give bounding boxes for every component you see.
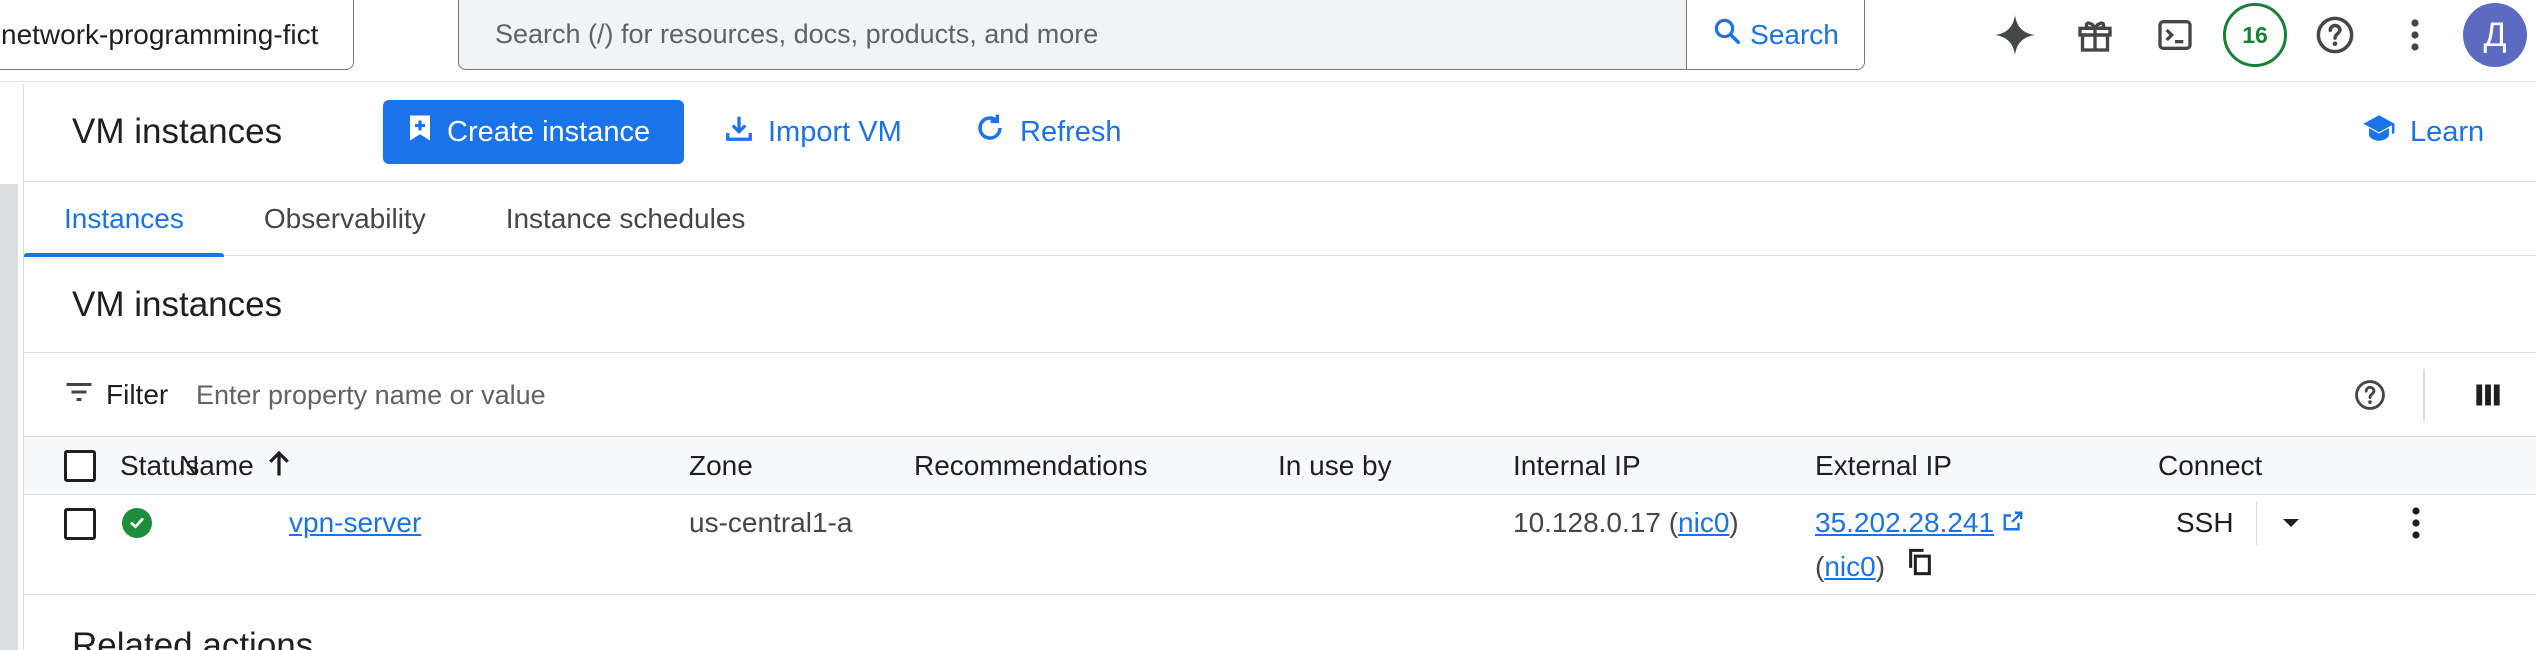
tab-observability[interactable]: Observability: [224, 182, 466, 256]
help-icon[interactable]: [2295, 0, 2375, 70]
cloud-shell-icon[interactable]: [2135, 0, 2215, 70]
instance-name-link[interactable]: vpn-server: [289, 507, 421, 539]
ssh-dropdown-icon[interactable]: [2257, 497, 2325, 549]
search-button-label: Search: [1750, 18, 1839, 50]
search-box: Search: [458, 0, 1865, 70]
status-running-icon: [122, 508, 152, 538]
copy-icon[interactable]: [1907, 548, 1933, 582]
tab-instances-label: Instances: [64, 203, 184, 234]
refresh-button[interactable]: Refresh: [974, 100, 1122, 164]
tab-instance-schedules-label: Instance schedules: [505, 203, 746, 234]
download-icon: [724, 113, 754, 151]
select-all-checkbox[interactable]: [64, 450, 96, 482]
search-input[interactable]: [459, 0, 1686, 69]
tab-bar: Instances Observability Instance schedul…: [24, 182, 2536, 257]
related-actions-title: Related actions: [72, 626, 314, 650]
learn-label: Learn: [2410, 115, 2485, 148]
search-icon: [1712, 16, 1742, 53]
external-ip-cell: 35.202.28.241: [1815, 507, 2024, 539]
tab-instance-schedules[interactable]: Instance schedules: [466, 182, 786, 256]
avatar: Д: [2463, 3, 2527, 67]
filter-button[interactable]: Filter: [64, 353, 168, 437]
header-in-use-by[interactable]: In use by: [1278, 437, 1392, 495]
header-name[interactable]: Name: [179, 437, 292, 495]
add-box-icon: [407, 113, 433, 151]
open-in-new-icon[interactable]: [2002, 507, 2024, 538]
notifications-badge[interactable]: 16: [2215, 0, 2295, 70]
more-vert-icon[interactable]: [2375, 0, 2455, 70]
external-nic-cell: (nic0): [1815, 548, 1933, 583]
tab-observability-label: Observability: [263, 203, 426, 234]
project-name: network-programming-fict: [1, 18, 319, 50]
row-more-vert-icon[interactable]: [2390, 495, 2442, 551]
top-bar: network-programming-fict Search 16: [0, 0, 2536, 82]
filter-input[interactable]: [196, 369, 1296, 421]
import-vm-button[interactable]: Import VM: [724, 100, 902, 164]
table-row: vpn-server us-central1-a 10.128.0.17 (ni…: [24, 495, 2536, 595]
import-vm-label: Import VM: [768, 115, 902, 148]
account-button[interactable]: Д: [2455, 0, 2535, 70]
header-internal-ip[interactable]: Internal IP: [1513, 437, 1641, 495]
filter-help-icon[interactable]: [2346, 371, 2394, 419]
external-ip-link[interactable]: 35.202.28.241: [1815, 507, 1994, 538]
header-connect: Connect: [2158, 450, 2263, 481]
internal-ip-value: 10.128.0.17: [1513, 507, 1661, 538]
arrow-up-icon: [266, 448, 292, 485]
internal-nic-link[interactable]: nic0: [1678, 507, 1729, 538]
section-title: VM instances: [72, 285, 283, 324]
row-checkbox[interactable]: [64, 508, 96, 540]
create-instance-button[interactable]: Create instance: [383, 100, 684, 164]
internal-ip-cell: 10.128.0.17 (nic0): [1513, 507, 1739, 538]
header-recommendations[interactable]: Recommendations: [914, 437, 1147, 495]
action-bar: VM instances Create instance Import VM R…: [24, 84, 2536, 182]
ssh-button[interactable]: SSH: [2154, 507, 2256, 539]
project-picker[interactable]: network-programming-fict: [0, 0, 354, 70]
column-display-icon[interactable]: [2464, 371, 2512, 419]
table-header: Status Name Zone Recommendations In use …: [24, 437, 2536, 495]
school-icon: [2362, 112, 2396, 152]
refresh-icon: [974, 112, 1006, 152]
learn-button[interactable]: Learn: [2362, 100, 2484, 164]
page-title: VM instances: [72, 112, 283, 151]
filter-separator: [2423, 369, 2425, 421]
header-external-ip[interactable]: External IP: [1815, 437, 1952, 495]
create-instance-label: Create instance: [447, 115, 651, 148]
search-button[interactable]: Search: [1686, 0, 1864, 69]
left-scrollbar[interactable]: [0, 184, 18, 650]
zone-value: us-central1-a: [689, 507, 853, 538]
header-name-label: Name: [179, 450, 254, 481]
filter-bar: Filter: [24, 353, 2536, 437]
top-icons: 16 Д: [1975, 0, 2535, 70]
refresh-label: Refresh: [1020, 115, 1122, 148]
notifications-count: 16: [2223, 3, 2287, 67]
external-nic-link[interactable]: nic0: [1824, 551, 1875, 582]
header-zone[interactable]: Zone: [689, 437, 753, 495]
gift-icon[interactable]: [2055, 0, 2135, 70]
tab-instances[interactable]: Instances: [24, 182, 224, 257]
filter-label: Filter: [106, 379, 169, 410]
gemini-sparkle-icon[interactable]: [1975, 0, 2055, 70]
ssh-split-button: SSH: [2154, 497, 2325, 549]
filter-list-icon: [64, 379, 94, 411]
